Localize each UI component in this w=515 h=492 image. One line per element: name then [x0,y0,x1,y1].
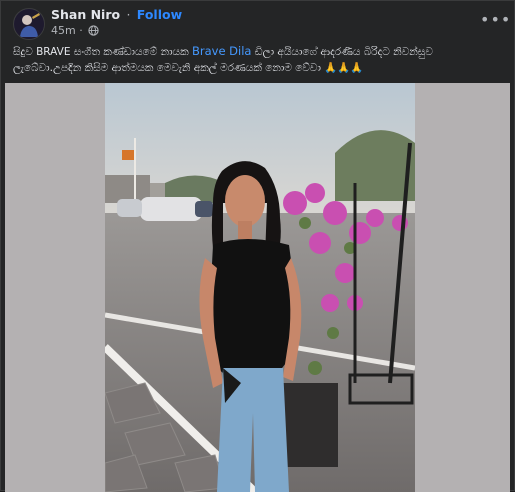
photo-illustration [105,83,415,492]
post-header: Shan Niro · Follow 45m · ••• [13,7,510,41]
caption-text-1: සිදුව BRAVE සංගීත කණ්ඩායමේ නායක [13,46,192,58]
globe-icon[interactable] [88,25,99,40]
post-timestamp[interactable]: 45m [51,24,76,37]
post-photo[interactable] [105,83,415,492]
post-caption: සිදුව BRAVE සංගීත කණ්ඩායමේ නායක Brave Di… [13,43,501,76]
mention-link[interactable]: Brave Dila [192,44,252,58]
separator-dot: · [126,7,131,22]
follow-button[interactable]: Follow [137,7,182,22]
author-avatar[interactable] [13,8,45,40]
caption-emoji: 🙏🙏🙏 [324,62,364,74]
more-options-icon[interactable]: ••• [480,12,510,29]
author-name[interactable]: Shan Niro [51,7,120,22]
avatar-image [14,9,44,39]
post-subline: 45m · [51,24,182,40]
author-line: Shan Niro · Follow [51,7,182,23]
subline-separator: · [79,24,83,37]
post-meta: Shan Niro · Follow 45m · [51,7,182,40]
facebook-post: Shan Niro · Follow 45m · ••• සිදුව BRAVE… [0,0,515,492]
